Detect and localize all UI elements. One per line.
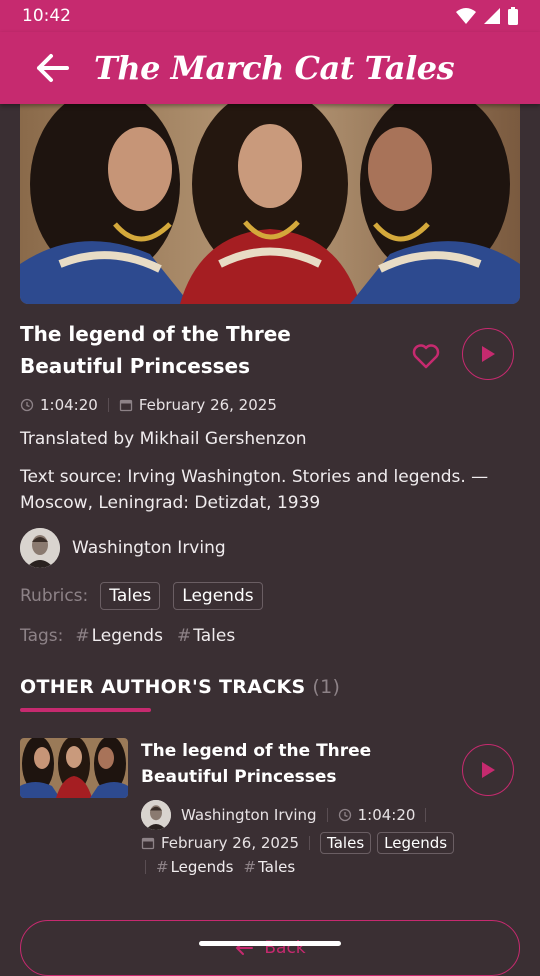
status-icons	[456, 7, 518, 25]
tag-link[interactable]: # Tales	[244, 858, 296, 876]
track-thumbnail[interactable]	[20, 738, 128, 798]
tag-link[interactable]: # Legends	[156, 858, 234, 876]
section-heading-text: OTHER AUTHOR'S TRACKS	[20, 676, 306, 698]
signal-icon	[484, 8, 500, 24]
other-track-tags: # Legends # Tales	[141, 858, 309, 876]
author-row[interactable]: Washington Irving	[20, 528, 520, 568]
divider	[107, 398, 109, 412]
play-button[interactable]	[462, 328, 514, 380]
tags-label: Tags:	[20, 626, 64, 646]
play-button[interactable]	[462, 744, 514, 796]
track-date: February 26, 2025	[138, 396, 277, 414]
status-time: 10:42	[22, 6, 71, 26]
wifi-icon	[456, 8, 476, 24]
other-track-title[interactable]: The legend of the Three Beautiful Prince…	[141, 738, 441, 790]
play-icon	[482, 762, 495, 778]
section-underline	[20, 708, 151, 712]
track-title: The legend of the Three Beautiful Prince…	[20, 322, 291, 378]
battery-icon	[508, 7, 518, 25]
app-title: The March Cat Tales	[94, 49, 455, 87]
divider	[145, 860, 146, 874]
play-icon	[482, 346, 495, 362]
rubric-chip[interactable]: Legends	[173, 582, 263, 610]
heart-icon	[412, 344, 440, 369]
clock-icon	[338, 808, 351, 822]
other-track-duration: 1:04:20	[357, 806, 416, 824]
favorite-button[interactable]	[410, 340, 442, 372]
rubrics-label: Rubrics:	[20, 586, 89, 606]
calendar-icon	[119, 399, 132, 412]
tag-text: Legends	[91, 626, 163, 646]
rubric-chip[interactable]: Tales	[100, 582, 161, 610]
other-track-date: February 26, 2025	[161, 834, 300, 852]
track-header: The legend of the Three Beautiful Prince…	[20, 318, 520, 382]
section-count: (1)	[312, 676, 341, 698]
section-heading: OTHER AUTHOR'S TRACKS (1)	[20, 676, 520, 698]
track-meta: 1:04:20 February 26, 2025	[20, 396, 520, 414]
calendar-icon	[141, 837, 155, 850]
other-track-meta: Washington Irving 1:04:20	[141, 800, 430, 830]
track-duration: 1:04:20	[40, 396, 98, 414]
rubric-chip[interactable]: Legends	[377, 832, 455, 854]
list-item[interactable]: The legend of the Three Beautiful Prince…	[20, 738, 520, 888]
avatar	[141, 800, 171, 830]
rubric-chip[interactable]: Tales	[320, 832, 372, 854]
other-track-meta: February 26, 2025 Tales Legends	[141, 832, 455, 854]
track-details: The legend of the Three Beautiful Prince…	[20, 104, 520, 888]
tag-link[interactable]: # Legends	[75, 626, 163, 646]
avatar	[20, 528, 60, 568]
divider	[425, 808, 427, 822]
back-button[interactable]: Back	[20, 920, 520, 976]
tag-text: Tales	[193, 626, 236, 646]
back-arrow-icon[interactable]	[30, 46, 74, 90]
clock-icon	[20, 398, 34, 412]
cover-image	[20, 104, 520, 304]
divider	[326, 808, 328, 822]
gesture-bar[interactable]	[199, 941, 341, 946]
tags-row: Tags: # Legends # Tales	[20, 626, 520, 646]
divider	[309, 836, 311, 850]
rubrics-row: Rubrics: Tales Legends	[20, 582, 520, 610]
tag-text: Legends	[170, 858, 234, 876]
source-text: Text source: Irving Washington. Stories …	[20, 467, 489, 513]
tag-link[interactable]: # Tales	[177, 626, 235, 646]
tag-text: Tales	[258, 858, 296, 876]
app-bar: The March Cat Tales	[0, 32, 540, 104]
status-bar: 10:42	[0, 0, 540, 32]
translator-text: Translated by Mikhail Gershenzon	[20, 429, 307, 449]
author-name[interactable]: Washington Irving	[72, 538, 226, 558]
other-track-author[interactable]: Washington Irving	[181, 806, 317, 824]
